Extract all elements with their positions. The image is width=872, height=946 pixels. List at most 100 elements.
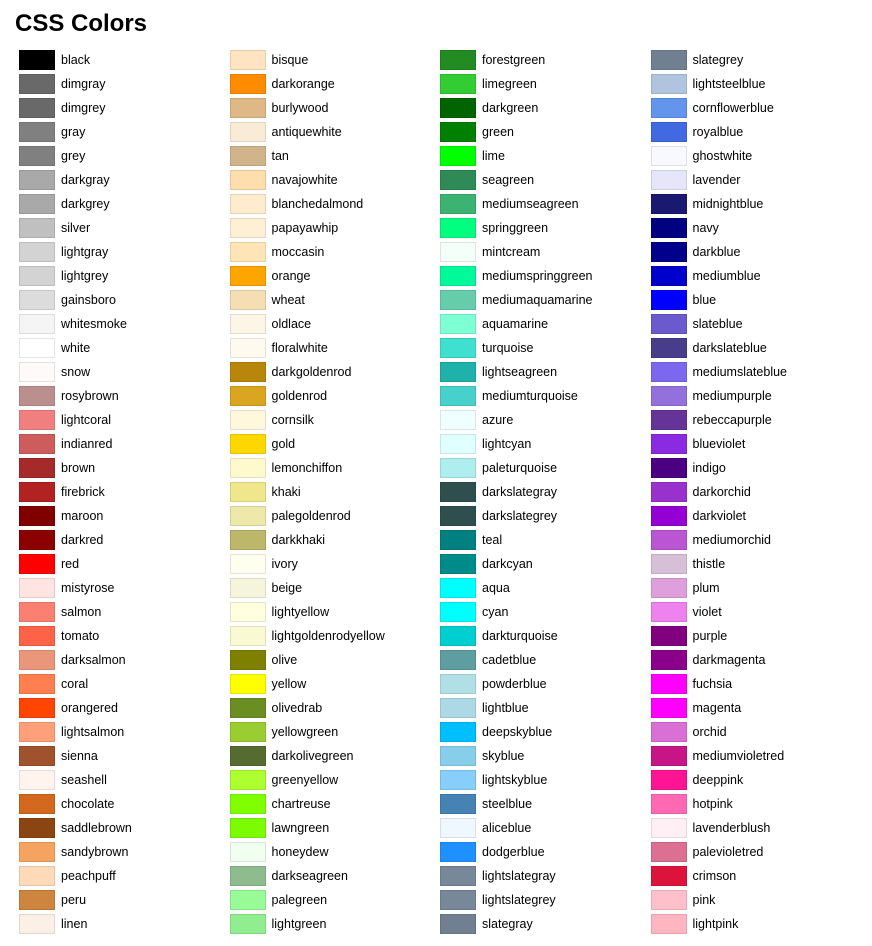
color-name: lightgreen [272,917,327,931]
color-name: darkgrey [61,197,110,211]
color-swatch [651,530,687,550]
color-name: paleturquoise [482,461,557,475]
color-item: orange [226,264,437,288]
color-swatch [230,530,266,550]
color-name: papayawhip [272,221,339,235]
color-swatch [19,458,55,478]
color-swatch [440,386,476,406]
color-item: seashell [15,768,226,792]
color-swatch [19,386,55,406]
color-swatch [230,146,266,166]
color-swatch [440,650,476,670]
color-item: mediumslateblue [647,360,858,384]
color-name: grey [61,149,85,163]
color-item: blueviolet [647,432,858,456]
color-swatch [440,314,476,334]
color-name: indigo [693,461,726,475]
color-item: beige [226,576,437,600]
color-item: blue [647,288,858,312]
color-item: limegreen [436,72,647,96]
color-name: navy [693,221,719,235]
color-item: floralwhite [226,336,437,360]
color-name: darkgreen [482,101,538,115]
color-item: grey [15,144,226,168]
color-item: coral [15,672,226,696]
color-item: rosybrown [15,384,226,408]
color-swatch [651,506,687,526]
color-name: springgreen [482,221,548,235]
color-swatch [651,194,687,214]
color-name: palevioletred [693,845,764,859]
color-item: dimgrey [15,96,226,120]
color-item: lightskyblue [436,768,647,792]
color-item: khaki [226,480,437,504]
color-swatch [440,74,476,94]
color-swatch [440,674,476,694]
color-item: chartreuse [226,792,437,816]
color-name: beige [272,581,303,595]
color-swatch [651,242,687,262]
color-name: mediumblue [693,269,761,283]
color-item: slateblue [647,312,858,336]
color-name: peachpuff [61,869,116,883]
color-swatch [19,626,55,646]
color-swatch [19,218,55,238]
color-item: silver [15,216,226,240]
page-title: CSS Colors [15,10,857,38]
color-swatch [440,722,476,742]
color-name: yellow [272,677,307,691]
color-swatch [440,746,476,766]
color-item: fuchsia [647,672,858,696]
color-item: papayawhip [226,216,437,240]
color-name: darkseagreen [272,869,348,883]
color-swatch [230,386,266,406]
color-name: cornflowerblue [693,101,774,115]
color-name: black [61,53,90,67]
color-name: mediumturquoise [482,389,578,403]
color-name: lawngreen [272,821,330,835]
color-item: peachpuff [15,864,226,888]
color-swatch [230,842,266,862]
color-name: deeppink [693,773,744,787]
color-name: slategray [482,917,533,931]
color-item: oldlace [226,312,437,336]
color-swatch [19,794,55,814]
color-item: slategray [436,912,647,936]
color-item: lavender [647,168,858,192]
color-item: darkslateblue [647,336,858,360]
color-swatch [230,242,266,262]
color-swatch [651,122,687,142]
color-item: snow [15,360,226,384]
color-name: darksalmon [61,653,126,667]
color-swatch [19,314,55,334]
color-name: yellowgreen [272,725,339,739]
color-swatch [440,890,476,910]
color-name: lightslategrey [482,893,556,907]
color-item: lightsteelblue [647,72,858,96]
color-item: purple [647,624,858,648]
color-name: chartreuse [272,797,331,811]
color-swatch [19,410,55,430]
color-item: chocolate [15,792,226,816]
color-swatch [19,266,55,286]
color-name: midnightblue [693,197,764,211]
color-name: ghostwhite [693,149,753,163]
color-swatch [440,122,476,142]
color-name: thistle [693,557,726,571]
color-swatch [440,698,476,718]
color-swatch [230,674,266,694]
color-swatch [19,74,55,94]
color-swatch [19,602,55,622]
color-swatch [19,170,55,190]
color-name: lightyellow [272,605,330,619]
color-swatch [230,890,266,910]
color-name: lavenderblush [693,821,771,835]
color-name: powderblue [482,677,547,691]
color-item: lightcyan [436,432,647,456]
color-swatch [19,50,55,70]
color-swatch [19,842,55,862]
color-item: cadetblue [436,648,647,672]
color-name: brown [61,461,95,475]
color-name: lightgray [61,245,108,259]
color-swatch [651,554,687,574]
